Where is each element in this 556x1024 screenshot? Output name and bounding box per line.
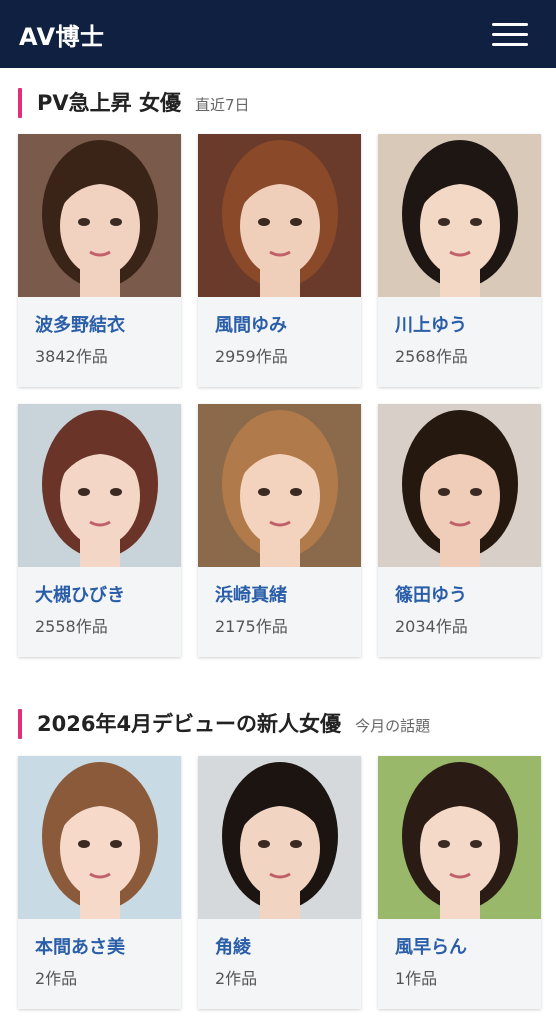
section-accent-bar [18,709,22,739]
actress-name-link[interactable]: 風早らん [395,936,541,960]
section-subtitle: 直近7日 [194,96,250,114]
section-new-debut: 2026年4月デビューの新人女優 今月の話題 [0,707,556,741]
work-count: 2034作品 [395,617,468,636]
hamburger-menu-icon[interactable] [492,22,528,46]
actress-card[interactable]: 風早らん 1作品 [378,756,541,1009]
work-count: 3842作品 [35,347,108,366]
work-count: 2作品 [215,969,258,988]
actress-photo [198,134,361,297]
actress-photo-frame [18,404,181,567]
actress-name-link[interactable]: 浜崎真緒 [215,584,361,608]
actress-name-link[interactable]: 角綾 [215,936,361,960]
actress-photo-frame [378,134,541,297]
actress-photo [378,134,541,297]
actress-photo [18,404,181,567]
actress-photo-frame [198,134,361,297]
work-count: 2作品 [35,969,78,988]
section-header: PV急上昇 女優 直近7日 [0,86,556,120]
site-logo[interactable]: AV博士 [19,17,105,52]
actress-card[interactable]: 風間ゆみ 2959作品 [198,134,361,387]
section-pv-rising: PV急上昇 女優 直近7日 [0,86,556,120]
actress-card[interactable]: 角綾 2作品 [198,756,361,1009]
actress-photo-frame [378,756,541,919]
actress-photo-frame [378,404,541,567]
actress-card[interactable]: 浜崎真緒 2175作品 [198,404,361,657]
actress-photo [378,756,541,919]
actress-name-link[interactable]: 篠田ゆう [395,584,541,608]
actress-photo [198,756,361,919]
section-subtitle: 今月の話題 [355,717,431,735]
actress-photo [18,134,181,297]
actress-card[interactable]: 本間あさ美 2作品 [18,756,181,1009]
actress-name-link[interactable]: 波多野結衣 [35,314,181,338]
section-title: 2026年4月デビューの新人女優 [37,712,342,736]
actress-photo [18,756,181,919]
actress-card[interactable]: 篠田ゆう 2034作品 [378,404,541,657]
section-header: 2026年4月デビューの新人女優 今月の話題 [0,707,556,741]
section-accent-bar [18,88,22,118]
work-count: 2175作品 [215,617,288,636]
actress-name-link[interactable]: 大槻ひびき [35,584,181,608]
actress-photo-frame [198,404,361,567]
actress-name-link[interactable]: 風間ゆみ [215,314,361,338]
work-count: 2959作品 [215,347,288,366]
actress-photo [198,404,361,567]
actress-card[interactable]: 大槻ひびき 2558作品 [18,404,181,657]
actress-name-link[interactable]: 川上ゆう [395,314,541,338]
work-count: 1作品 [395,969,438,988]
actress-grid: 本間あさ美 2作品 角綾 2作品 風早らん 1作品 [18,756,542,1009]
actress-photo-frame [18,756,181,919]
work-count: 2558作品 [35,617,108,636]
app-header: AV博士 [0,0,556,68]
actress-photo [378,404,541,567]
actress-name-link[interactable]: 本間あさ美 [35,936,181,960]
actress-card[interactable]: 川上ゆう 2568作品 [378,134,541,387]
work-count: 2568作品 [395,347,468,366]
actress-grid: 波多野結衣 3842作品 風間ゆみ 2959作品 川上ゆう 2568作品大槻ひびき 2558… [18,134,542,657]
actress-card[interactable]: 波多野結衣 3842作品 [18,134,181,387]
actress-photo-frame [18,134,181,297]
section-title: PV急上昇 女優 [37,91,181,115]
actress-photo-frame [198,756,361,919]
